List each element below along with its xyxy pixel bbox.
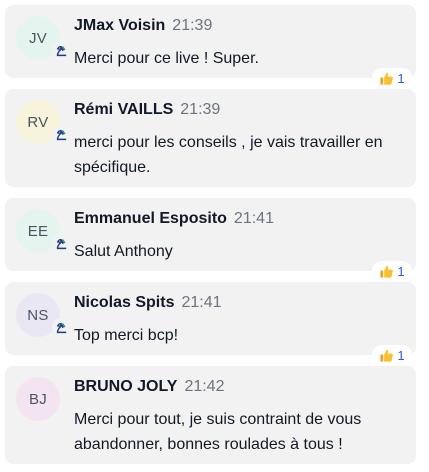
message-text: Salut Anthony — [74, 243, 173, 260]
thumbs-up-icon — [380, 349, 394, 362]
reaction-button[interactable]: 1 — [372, 261, 412, 281]
message-header: Rémi VAILLS 21:39 — [74, 100, 220, 120]
author-name[interactable]: Emmanuel Esposito — [74, 210, 227, 227]
reaction-count: 1 — [397, 70, 405, 86]
message-text: merci pour les conseils , je vais travai… — [74, 134, 383, 176]
author-name[interactable]: BRUNO JOLY — [74, 378, 177, 395]
message-header: JMax Voisin 21:39 — [74, 16, 212, 36]
message-text: Merci pour tout, je suis contraint de vo… — [74, 411, 362, 453]
chat-message: RV Rémi VAILLS 21:39 merci pour les conse… — [5, 89, 416, 187]
reaction-button[interactable]: 1 — [372, 345, 412, 365]
avatar-initials: BJ — [28, 390, 48, 408]
thumbs-up-icon — [380, 72, 394, 85]
message-time: 21:41 — [233, 210, 274, 227]
reaction-button[interactable]: 1 — [372, 68, 412, 88]
message-time: 21:39 — [172, 17, 213, 34]
chess-knight-icon — [52, 234, 70, 252]
author-name[interactable]: Rémi VAILLS — [74, 101, 173, 118]
chess-knight-icon — [52, 318, 70, 336]
message-text: Top merci bcp! — [74, 327, 179, 344]
thumbs-up-icon — [380, 265, 394, 278]
message-time: 21:42 — [184, 378, 225, 395]
author-name[interactable]: JMax Voisin — [74, 17, 165, 34]
message-text: Merci pour ce live ! Super. — [74, 50, 259, 67]
chess-knight-icon — [52, 125, 70, 143]
message-header: Nicolas Spits 21:41 — [74, 293, 222, 313]
message-time: 21:41 — [181, 294, 222, 311]
reaction-count: 1 — [397, 347, 405, 363]
message-header: BRUNO JOLY 21:42 — [74, 377, 224, 397]
chess-knight-icon — [52, 41, 70, 59]
avatar[interactable]: BJ — [16, 377, 60, 421]
avatar-initials: EE — [27, 222, 49, 240]
chat-message: JV JMax Voisin 21:39 Merci pour ce live !… — [5, 5, 416, 88]
message-time: 21:39 — [180, 101, 221, 118]
message-header: Emmanuel Esposito 21:41 — [74, 209, 274, 229]
chat-message: BJ BRUNO JOLY 21:42 Merci pour tout, je s… — [5, 366, 416, 464]
reaction-count: 1 — [397, 263, 405, 279]
author-name[interactable]: Nicolas Spits — [74, 294, 174, 311]
avatar-initials: JV — [28, 29, 48, 47]
avatar-initials: RV — [27, 113, 49, 131]
avatar-initials: NS — [27, 306, 49, 324]
chat-message: EE Emmanuel Esposito 21:41 Salut Anthony … — [5, 198, 416, 281]
chat-feed: JV JMax Voisin 21:39 Merci pour ce live !… — [0, 0, 429, 472]
chat-message: NS Nicolas Spits 21:41 Top merci bcp! 1 — [5, 282, 416, 365]
